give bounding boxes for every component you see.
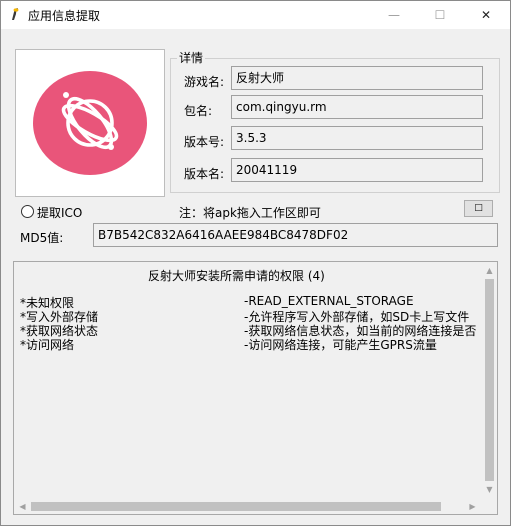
drag-hint-note: 注：将apk拖入工作区即可 (179, 206, 321, 220)
scroll-down-arrow-icon[interactable]: ▼ (481, 481, 497, 498)
close-button[interactable]: ✕ (463, 1, 509, 29)
permission-desc: -访问网络连接，可能产生GPRS流量 (244, 338, 437, 352)
permissions-title: 反射大师安装所需申请的权限 (4) (148, 269, 325, 283)
permissions-text-area[interactable]: 反射大师安装所需申请的权限 (4) *未知权限 -READ_EXTERNAL_S… (13, 261, 498, 515)
vertical-scrollbar[interactable]: ▲ ▼ (481, 262, 497, 498)
extract-ico-radio[interactable] (21, 205, 34, 218)
horizontal-scroll-thumb[interactable] (31, 502, 441, 511)
package-name-field[interactable]: com.qingyu.rm (231, 95, 483, 119)
title-bar[interactable]: 应用信息提取 — ☐ ✕ (1, 1, 510, 29)
md5-label: MD5值: (20, 231, 64, 245)
minimize-button[interactable]: — (371, 1, 417, 29)
version-name-field[interactable]: 20041119 (231, 158, 483, 182)
orbit-logo-icon (33, 71, 147, 175)
permission-desc: -READ_EXTERNAL_STORAGE (244, 294, 414, 308)
extract-ico-label[interactable]: 提取ICO (37, 204, 82, 221)
scrollbar-corner (481, 498, 497, 514)
permission-name: *访问网络 (20, 338, 75, 352)
details-legend: 详情 (177, 49, 206, 66)
maximize-button[interactable]: ☐ (417, 1, 463, 29)
scroll-right-arrow-icon[interactable]: ▶ (464, 498, 481, 514)
small-action-button[interactable]: □ (464, 200, 493, 217)
package-name-label: 包名: (184, 104, 213, 118)
md5-field[interactable]: B7B542C832A6416AAEE984BC8478DF02 (93, 223, 498, 247)
window-title: 应用信息提取 (28, 9, 101, 23)
version-code-label: 版本号: (184, 135, 225, 149)
app-window: 应用信息提取 — ☐ ✕ 详情 游戏名: 反射大师 包名: com.qingyu… (0, 0, 511, 526)
version-name-label: 版本名: (184, 167, 225, 181)
horizontal-scrollbar[interactable]: ◀ ▶ (14, 498, 481, 514)
game-name-label: 游戏名: (184, 75, 225, 89)
game-name-field[interactable]: 反射大师 (231, 66, 483, 90)
version-code-field[interactable]: 3.5.3 (231, 126, 483, 150)
scroll-up-arrow-icon[interactable]: ▲ (481, 262, 497, 279)
vertical-scroll-thumb[interactable] (485, 279, 494, 481)
app-logo-panel (15, 49, 165, 197)
feather-app-icon (12, 8, 19, 20)
scroll-left-arrow-icon[interactable]: ◀ (14, 498, 31, 514)
